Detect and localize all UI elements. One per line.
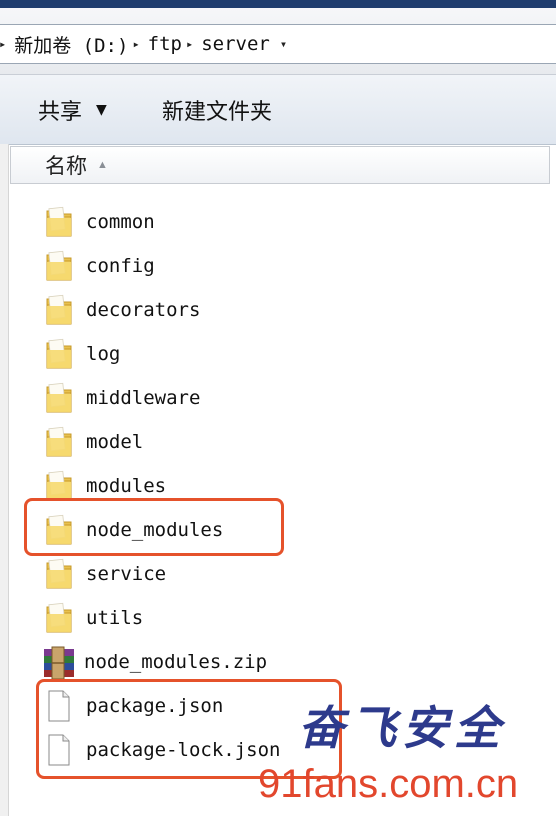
watermark-url: 91fans.com.cn bbox=[258, 762, 519, 806]
highlight-box-node-modules bbox=[24, 498, 284, 556]
list-item[interactable]: decorators bbox=[44, 288, 544, 332]
file-name: decorators bbox=[86, 299, 201, 321]
list-item[interactable]: config bbox=[44, 244, 544, 288]
file-name: node_modules.zip bbox=[84, 651, 268, 673]
chevron-right-icon[interactable]: ▸ bbox=[132, 37, 139, 51]
command-bar: 共享 ▼ 新建文件夹 bbox=[0, 75, 556, 145]
list-item[interactable]: node_modules.zip bbox=[44, 640, 544, 684]
file-name: model bbox=[86, 431, 144, 453]
file-name: modules bbox=[86, 475, 167, 497]
folder-icon bbox=[44, 557, 74, 591]
breadcrumb[interactable]: ▸ 新加卷 (D:) ▸ ftp ▸ server ▾ bbox=[0, 24, 556, 64]
chevron-down-icon: ▼ bbox=[96, 102, 107, 118]
list-item[interactable]: log bbox=[44, 332, 544, 376]
file-name: common bbox=[86, 211, 155, 233]
list-item[interactable]: model bbox=[44, 420, 544, 464]
folder-icon bbox=[44, 381, 74, 415]
list-item[interactable]: utils bbox=[44, 596, 544, 640]
folder-icon bbox=[44, 425, 74, 459]
share-button[interactable]: 共享 ▼ bbox=[38, 93, 107, 127]
list-item[interactable]: common bbox=[44, 200, 544, 244]
folder-icon bbox=[44, 249, 74, 283]
navigation-pane-edge bbox=[0, 144, 9, 816]
list-item[interactable]: middleware bbox=[44, 376, 544, 420]
new-folder-button[interactable]: 新建文件夹 bbox=[162, 93, 272, 127]
address-bar: ▸ 新加卷 (D:) ▸ ftp ▸ server ▾ bbox=[0, 8, 556, 75]
folder-icon bbox=[44, 293, 74, 327]
chevron-right-icon[interactable]: ▸ bbox=[186, 37, 193, 51]
file-name: middleware bbox=[86, 387, 201, 409]
column-header-name[interactable]: 名称 ▲ bbox=[10, 146, 550, 184]
folder-icon bbox=[44, 205, 74, 239]
watermark-text-chinese: 奋飞安全 bbox=[298, 701, 506, 755]
file-name: service bbox=[86, 563, 167, 585]
file-name: config bbox=[86, 255, 155, 277]
folder-icon bbox=[44, 337, 74, 371]
breadcrumb-item-ftp[interactable]: ▸ ftp bbox=[130, 33, 184, 55]
chevron-down-icon[interactable]: ▾ bbox=[280, 37, 287, 51]
breadcrumb-item-server[interactable]: ▸ server ▾ bbox=[184, 33, 293, 55]
list-item[interactable]: service bbox=[44, 552, 544, 596]
chevron-right-icon[interactable]: ▸ bbox=[0, 37, 6, 51]
window-title-strip bbox=[0, 0, 556, 8]
breadcrumb-item-drive[interactable]: ▸ 新加卷 (D:) bbox=[0, 31, 130, 58]
folder-icon bbox=[44, 601, 74, 635]
sort-ascending-icon: ▲ bbox=[97, 159, 108, 171]
file-name: utils bbox=[86, 607, 144, 629]
file-name: log bbox=[86, 343, 121, 365]
archive-icon bbox=[42, 645, 74, 680]
